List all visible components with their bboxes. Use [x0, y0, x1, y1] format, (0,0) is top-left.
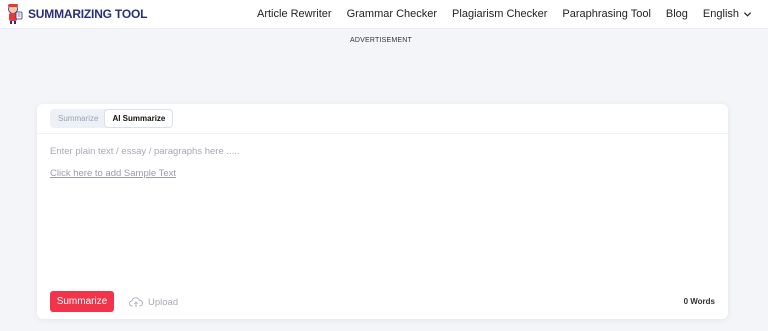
upload-label: Upload: [148, 296, 179, 308]
advertisement-label: ADVERTISEMENT: [350, 37, 412, 44]
logo-text: SUMMARIZING TOOL: [28, 7, 148, 21]
summarizer-card: Summarize AI Summarize Click here to add…: [37, 104, 728, 319]
nav-grammar-checker[interactable]: Grammar Checker: [347, 8, 437, 20]
card-divider: [37, 133, 728, 134]
top-navigation-bar: SUMMARIZING TOOL Article Rewriter Gramma…: [0, 0, 768, 29]
nav-paraphrasing-tool[interactable]: Paraphrasing Tool: [562, 8, 650, 20]
word-count-unit: Words: [690, 297, 715, 306]
language-selector[interactable]: English: [703, 8, 752, 20]
upload-button[interactable]: Upload: [129, 294, 178, 310]
summarize-button[interactable]: Summarize: [50, 291, 114, 312]
add-sample-text-link[interactable]: Click here to add Sample Text: [50, 168, 176, 179]
cloud-upload-icon: [129, 297, 143, 308]
site-logo[interactable]: SUMMARIZING TOOL: [6, 3, 147, 25]
nav-blog[interactable]: Blog: [666, 8, 688, 20]
nav-article-rewriter[interactable]: Article Rewriter: [257, 8, 332, 20]
chevron-down-icon: [743, 11, 752, 17]
word-count: 0 Words: [684, 297, 715, 306]
tab-summarize[interactable]: Summarize: [51, 110, 105, 127]
language-label: English: [702, 8, 739, 20]
text-input-area[interactable]: [50, 146, 710, 276]
nav-plagiarism-checker[interactable]: Plagiarism Checker: [452, 8, 547, 20]
word-count-value: 0: [683, 297, 689, 306]
mode-tabs: Summarize AI Summarize: [50, 109, 173, 128]
logo-mascot-icon: [8, 4, 23, 24]
main-nav: Article Rewriter Grammar Checker Plagiar…: [242, 0, 752, 28]
tab-ai-summarize[interactable]: AI Summarize: [105, 110, 173, 127]
